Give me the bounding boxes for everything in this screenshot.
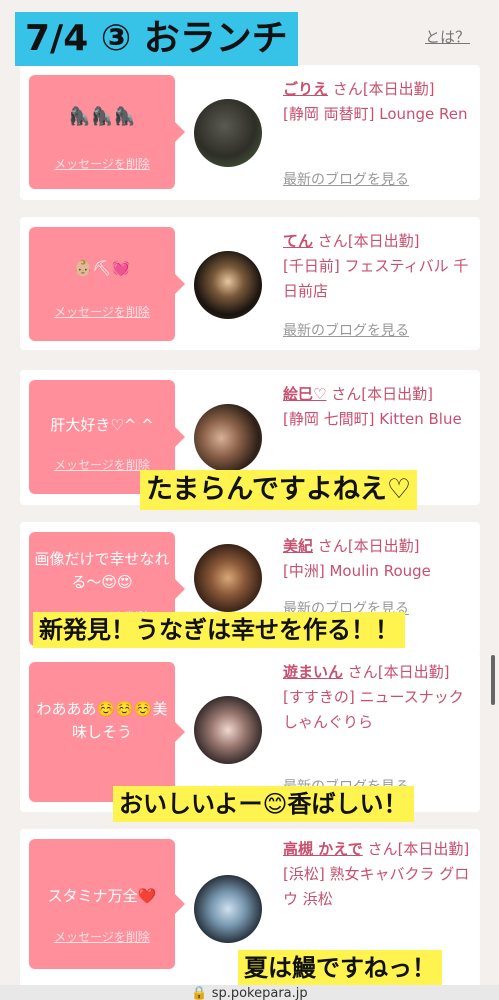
message-text: スタミナ万全❤️ (47, 887, 157, 905)
url-text: sp.pokepara.jp (211, 986, 308, 1000)
message-text: わあああ☺️☺️☺️美味しそう (36, 700, 168, 741)
shop-name: [静岡 七間町] Kitten Blue (283, 410, 462, 428)
cast-name-link[interactable]: 絵巳♡ (283, 385, 326, 403)
message-text: 👶🏼⛏💓 (73, 259, 131, 277)
url-bar[interactable]: 🔒 sp.pokepara.jp (0, 985, 499, 1000)
cast-name-link[interactable]: 高槻 かえで (283, 840, 363, 858)
shop-name: [すすきの] ニュースナックしゃんぐりら (283, 688, 464, 731)
lock-icon: 🔒 (191, 986, 208, 1000)
cast-name-link[interactable]: ごりえ (283, 80, 328, 98)
cast-info: 絵巳♡ さん[本日出勤] [静岡 七間町] Kitten Blue (283, 382, 473, 432)
message-card: 🦍🦍🦍 メッセージを削除 ごりえ さん[本日出勤] [静岡 両替町] Loung… (20, 65, 480, 200)
message-bubble: 🦍🦍🦍 メッセージを削除 (29, 75, 185, 189)
caption-overlay: たまらんですよねえ♡ (140, 470, 418, 510)
message-card: 👶🏼⛏💓 メッセージを削除 てん さん[本日出勤] [千日前] フェスティバル … (20, 217, 480, 350)
avatar[interactable] (194, 99, 262, 167)
message-bubble: 👶🏼⛏💓 メッセージを削除 (29, 227, 185, 341)
shop-name: [千日前] フェスティバル 千日前店 (283, 257, 469, 300)
caption-overlay: 新発見！うなぎは幸せを作る！！ (33, 612, 405, 648)
delete-message-link[interactable]: メッセージを削除 (29, 928, 175, 945)
scrollbar[interactable] (491, 655, 495, 705)
cast-name-link[interactable]: 遊まいん (283, 663, 343, 681)
cast-name-link[interactable]: 美紀 (283, 537, 313, 555)
work-status: [本日出勤] (347, 537, 420, 555)
work-status: [本日出勤] (362, 80, 435, 98)
message-bubble: スタミナ万全❤️ メッセージを削除 (29, 839, 185, 969)
message-text: 画像だけで幸せなれる〜😍😍 (34, 550, 170, 591)
latest-blog-link[interactable]: 最新のブログを見る (283, 320, 409, 340)
cast-info: てん さん[本日出勤] [千日前] フェスティバル 千日前店 (283, 229, 473, 304)
avatar[interactable] (194, 696, 262, 764)
whats-this-link[interactable]: とは？ (425, 26, 470, 47)
san-suffix: さん (317, 537, 348, 555)
shop-name: [静岡 両替町] Lounge Ren (283, 105, 468, 123)
delete-message-link[interactable]: メッセージを削除 (29, 155, 175, 172)
work-status: [本日出勤] (397, 840, 470, 858)
caption-overlay: 夏は鰻ですねっ！ (238, 950, 442, 986)
message-text: 🦍🦍🦍 (68, 106, 136, 127)
message-bubble: わあああ☺️☺️☺️美味しそう (29, 662, 185, 802)
avatar[interactable] (194, 875, 262, 943)
san-suffix: さん (331, 385, 362, 403)
cast-info: 高槻 かえで さん[本日出勤] [浜松] 熟女キャバクラ グロウ 浜松 (283, 837, 473, 912)
avatar[interactable] (194, 404, 262, 472)
title-banner: 7/4 ③ おランチ (15, 12, 298, 66)
work-status: [本日出勤] (347, 232, 420, 250)
message-text: 肝大好き♡^ ^ (50, 416, 154, 434)
san-suffix: さん (367, 840, 398, 858)
work-status: [本日出勤] (377, 663, 450, 681)
shop-name: [中洲] Moulin Rouge (283, 562, 431, 580)
san-suffix: さん (347, 663, 378, 681)
cast-info: 美紀 さん[本日出勤] [中洲] Moulin Rouge (283, 534, 473, 584)
delete-message-link[interactable]: メッセージを削除 (29, 303, 175, 320)
cast-info: ごりえ さん[本日出勤] [静岡 両替町] Lounge Ren (283, 77, 473, 127)
avatar[interactable] (194, 544, 262, 612)
avatar[interactable] (194, 251, 262, 319)
screenshot-frame: 🦍🦍🦍 メッセージを削除 ごりえ さん[本日出勤] [静岡 両替町] Loung… (0, 0, 499, 1000)
work-status: [本日出勤] (361, 385, 433, 403)
shop-name: [浜松] 熟女キャバクラ グロウ 浜松 (283, 865, 470, 908)
san-suffix: さん (332, 80, 363, 98)
cast-info: 遊まいん さん[本日出勤] [すすきの] ニュースナックしゃんぐりら (283, 660, 473, 735)
cast-name-link[interactable]: てん (283, 232, 313, 250)
caption-overlay: おいしいよー😊香ばしい！ (113, 786, 414, 822)
latest-blog-link[interactable]: 最新のブログを見る (283, 169, 409, 189)
san-suffix: さん (317, 232, 348, 250)
